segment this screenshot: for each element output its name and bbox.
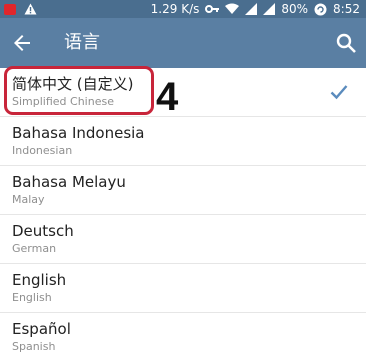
battery-percent: 80% (281, 2, 309, 16)
language-name: Bahasa Melayu (12, 173, 126, 191)
checkmark-icon (330, 85, 348, 100)
page-title: 语言 (64, 32, 100, 53)
language-name: English (12, 271, 67, 289)
language-subtitle: German (12, 242, 57, 255)
key-icon (205, 5, 220, 13)
step-number: 4 (156, 75, 179, 119)
arrow-left-icon[interactable] (10, 31, 34, 55)
network-speed: 1.29 K/s (150, 2, 200, 16)
language-item-malay[interactable]: Bahasa Melayu Malay (0, 166, 366, 215)
language-item-spanish[interactable]: Español Spanish (0, 313, 366, 361)
clock: 8:52 (333, 2, 360, 16)
status-bar: 1.29 K/s 80% 8:52 (0, 0, 366, 18)
language-subtitle: Spanish (12, 340, 56, 353)
signal-icon-2 (263, 3, 276, 15)
language-subtitle: Indonesian (12, 144, 73, 157)
language-item-english[interactable]: English English (0, 264, 366, 313)
language-subtitle: Malay (12, 193, 45, 206)
language-subtitle: English (12, 291, 52, 304)
sync-icon (314, 3, 327, 15)
language-name: Bahasa Indonesia (12, 124, 145, 142)
wifi-icon (225, 3, 240, 14)
search-icon[interactable] (334, 31, 358, 55)
language-name: Español (12, 320, 71, 338)
language-item-indonesian[interactable]: Bahasa Indonesia Indonesian (0, 117, 366, 166)
highlight-box (4, 66, 154, 115)
warning-icon (24, 3, 37, 15)
app-bar: 语言 (0, 18, 366, 68)
language-name: Deutsch (12, 222, 74, 240)
language-item-german[interactable]: Deutsch German (0, 215, 366, 264)
signal-icon (245, 3, 258, 15)
notification-icon (4, 3, 16, 15)
